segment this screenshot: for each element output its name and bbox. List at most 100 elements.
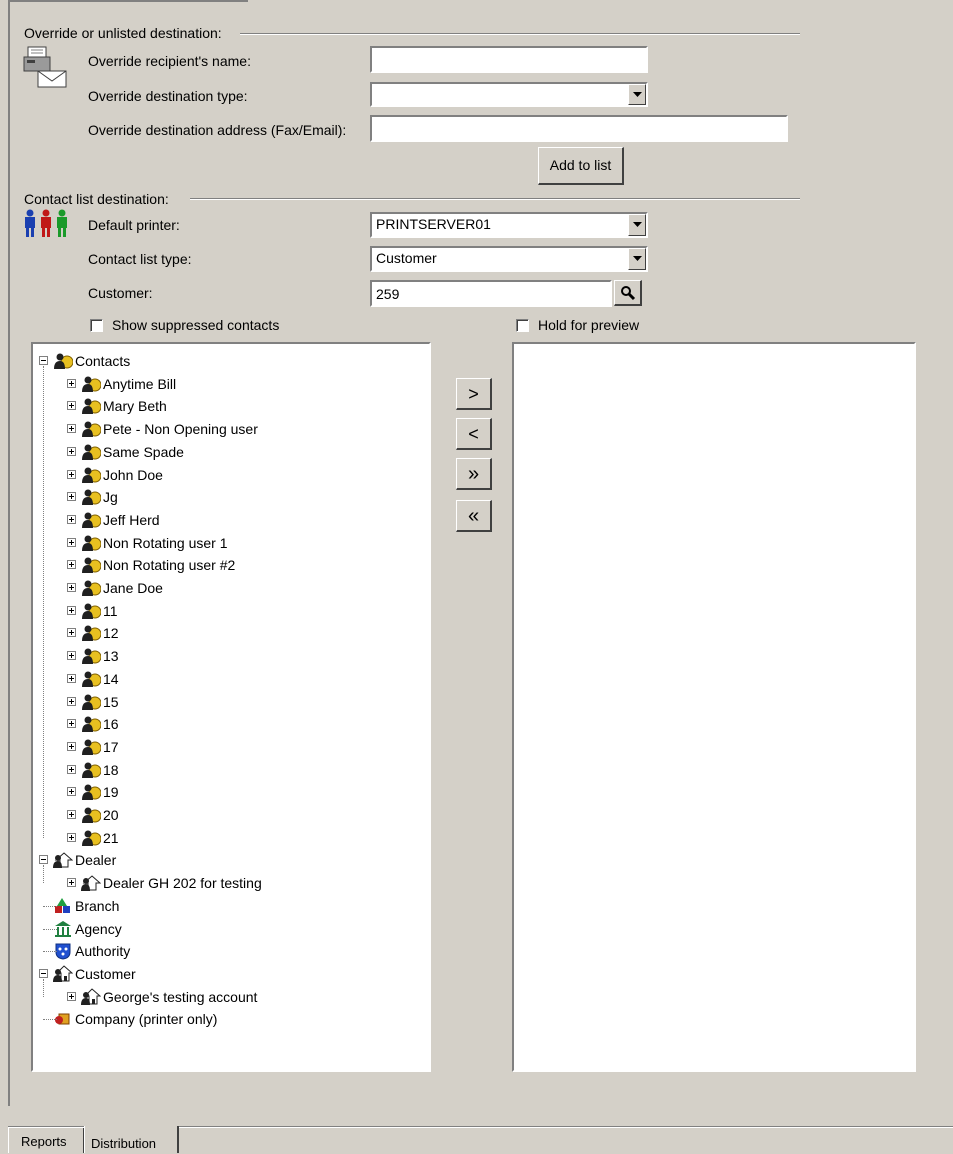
- show-suppressed-checkbox[interactable]: [90, 319, 103, 332]
- tree-item-contact[interactable]: Anytime Bill: [33, 373, 429, 395]
- tree-item-contact[interactable]: 12: [33, 622, 429, 644]
- tree-item-contact[interactable]: John Doe: [33, 464, 429, 486]
- expand-toggle-icon[interactable]: [67, 605, 76, 615]
- customer-input[interactable]: [370, 280, 612, 307]
- remove-selected-button[interactable]: <: [456, 418, 492, 450]
- tree-node-label: Customer: [75, 965, 136, 982]
- contact-list-type-select[interactable]: Customer: [370, 246, 648, 272]
- people-icon: [22, 208, 70, 240]
- collapse-toggle-icon[interactable]: [39, 968, 48, 978]
- tree-item-contact[interactable]: 14: [33, 668, 429, 690]
- contact-icon: [81, 397, 102, 415]
- expand-toggle-icon[interactable]: [67, 832, 76, 842]
- expand-toggle-icon[interactable]: [67, 719, 76, 729]
- tree-item-contact[interactable]: 20: [33, 804, 429, 826]
- collapse-toggle-icon[interactable]: [39, 855, 48, 865]
- expand-toggle-icon[interactable]: [67, 696, 76, 706]
- contact-icon: [81, 511, 102, 529]
- expand-toggle-icon[interactable]: [67, 469, 76, 479]
- tree-item-contact[interactable]: Same Spade: [33, 441, 429, 463]
- fax-email-icon: [22, 45, 70, 89]
- tree-item-contact[interactable]: 19: [33, 781, 429, 803]
- expand-toggle-icon[interactable]: [67, 651, 76, 661]
- tree-node-label: Mary Beth: [103, 398, 167, 415]
- destination-type-select[interactable]: [370, 82, 648, 107]
- add-selected-button[interactable]: >: [456, 378, 492, 410]
- tree-item-contact[interactable]: Mary Beth: [33, 395, 429, 417]
- expand-toggle-icon[interactable]: [67, 764, 76, 774]
- expand-toggle-icon[interactable]: [67, 673, 76, 683]
- tree-connector: [43, 928, 57, 930]
- expand-toggle-icon[interactable]: [67, 492, 76, 502]
- expand-toggle-icon[interactable]: [67, 537, 76, 547]
- tree-node-label: 13: [103, 648, 119, 665]
- expand-toggle-icon[interactable]: [67, 787, 76, 797]
- expand-toggle-icon[interactable]: [67, 378, 76, 388]
- contact-icon: [81, 738, 102, 756]
- expand-toggle-icon[interactable]: [67, 424, 76, 434]
- contact-icon: [81, 693, 102, 711]
- hold-for-preview-checkbox[interactable]: [516, 319, 529, 332]
- tree-node-label: Contacts: [75, 353, 131, 369]
- tree-group-authority[interactable]: Authority: [33, 940, 429, 962]
- contact-icon: [81, 602, 102, 620]
- expand-toggle-icon[interactable]: [67, 583, 76, 592]
- tree-node-label: Dealer: [75, 852, 117, 869]
- tree-item-contact[interactable]: Jg: [33, 486, 429, 508]
- collapse-toggle-icon[interactable]: [39, 356, 48, 365]
- destination-address-input[interactable]: [370, 115, 788, 142]
- contact-list-group-line: [190, 198, 800, 200]
- tree-item-customer[interactable]: George's testing account: [33, 986, 429, 1008]
- contact-tree[interactable]: Contacts Anytime Bill Mary Beth Pete - Non …: [33, 344, 429, 1070]
- expand-toggle-icon[interactable]: [67, 560, 76, 570]
- show-suppressed-label: Show suppressed contacts: [112, 317, 280, 333]
- dropdown-arrow-icon[interactable]: [628, 84, 646, 105]
- dropdown-arrow-icon[interactable]: [628, 248, 646, 270]
- recipient-name-input[interactable]: [370, 46, 648, 73]
- tree-item-contact[interactable]: Jane Doe: [33, 577, 429, 599]
- tree-item-contact[interactable]: 16: [33, 713, 429, 735]
- tree-group-branch[interactable]: Branch: [33, 895, 429, 917]
- tree-item-contact[interactable]: Non Rotating user #2: [33, 554, 429, 576]
- expand-toggle-icon[interactable]: [67, 810, 76, 819]
- tree-item-contact[interactable]: 11: [33, 600, 429, 622]
- tree-item-contact[interactable]: 21: [33, 827, 429, 849]
- tree-group-agency[interactable]: Agency: [33, 918, 429, 940]
- customer-search-button[interactable]: [614, 280, 642, 306]
- expand-toggle-icon[interactable]: [67, 446, 76, 456]
- tab-reports[interactable]: Reports: [8, 1128, 84, 1153]
- tree-item-contact[interactable]: 15: [33, 691, 429, 713]
- tree-group-company[interactable]: Company (printer only): [33, 1008, 429, 1030]
- remove-all-button[interactable]: «: [456, 500, 492, 532]
- tree-item-contact[interactable]: Non Rotating user 1: [33, 532, 429, 554]
- tree-item-contact[interactable]: 13: [33, 645, 429, 667]
- tab-distribution[interactable]: Distribution: [84, 1126, 179, 1153]
- tree-item-contact[interactable]: 18: [33, 759, 429, 781]
- expand-toggle-icon[interactable]: [67, 991, 76, 1001]
- contact-icon: [81, 670, 102, 688]
- tree-group-customer[interactable]: Customer: [33, 963, 429, 985]
- expand-toggle-icon[interactable]: [67, 401, 76, 411]
- tree-node-label: 15: [103, 693, 119, 710]
- expand-toggle-icon[interactable]: [67, 741, 76, 751]
- tree-group-contacts[interactable]: Contacts: [33, 350, 429, 372]
- add-to-list-button[interactable]: Add to list: [538, 147, 624, 185]
- tree-node-label: George's testing account: [103, 988, 258, 1005]
- expand-toggle-icon[interactable]: [67, 628, 76, 638]
- tree-item-contact[interactable]: 17: [33, 736, 429, 758]
- tree-group-dealer[interactable]: Dealer: [33, 849, 429, 871]
- contact-icon: [81, 443, 102, 461]
- default-printer-select[interactable]: PRINTSERVER01: [370, 212, 648, 238]
- expand-toggle-icon[interactable]: [67, 514, 76, 524]
- add-all-button[interactable]: »: [456, 458, 492, 490]
- tree-node-label: Authority: [75, 943, 131, 960]
- expand-toggle-icon[interactable]: [67, 878, 76, 888]
- customer-icon: [81, 987, 102, 1006]
- tree-item-dealer[interactable]: Dealer GH 202 for testing: [33, 872, 429, 894]
- selected-recipients-list[interactable]: [512, 342, 916, 1072]
- tree-item-contact[interactable]: Jeff Herd: [33, 509, 429, 531]
- tree-item-contact[interactable]: Pete - Non Opening user: [33, 418, 429, 440]
- dropdown-arrow-icon[interactable]: [628, 214, 646, 236]
- contact-icon: [81, 829, 102, 847]
- contact-tree-panel[interactable]: Contacts Anytime Bill Mary Beth Pete - Non …: [31, 342, 431, 1072]
